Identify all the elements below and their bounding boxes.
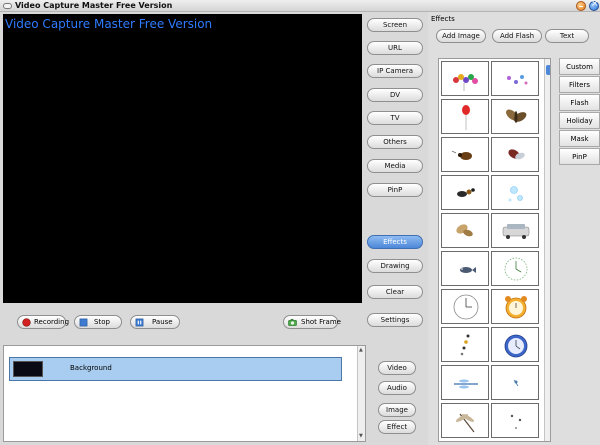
- effect-red-balloon-thumb[interactable]: [441, 99, 489, 134]
- drawing-button[interactable]: Drawing: [367, 259, 423, 273]
- add-flash-effect-button[interactable]: Add Flash: [492, 29, 542, 43]
- scroll-down-icon[interactable]: ▼: [359, 433, 364, 439]
- tab-filters[interactable]: Filters: [559, 76, 600, 93]
- source-url-button[interactable]: URL: [367, 41, 423, 55]
- source-pinp-button[interactable]: PinP: [367, 183, 423, 197]
- effect-small-insect-thumb[interactable]: [491, 365, 539, 400]
- source-tv-button[interactable]: TV: [367, 111, 423, 125]
- effects-button[interactable]: Effects: [367, 235, 423, 249]
- add-image-button[interactable]: Image: [378, 403, 416, 417]
- source-others-button[interactable]: Others: [367, 135, 423, 149]
- source-screen-button[interactable]: Screen: [367, 18, 423, 32]
- shot-frame-button[interactable]: Shot Frame: [283, 315, 341, 329]
- settings-button[interactable]: Settings: [367, 313, 423, 327]
- dragonfly-blue-icon: [454, 379, 478, 389]
- effect-alarm-clock-thumb[interactable]: [491, 289, 539, 324]
- effect-ant-thumb[interactable]: [441, 175, 489, 210]
- add-text-effect-button[interactable]: Text: [545, 29, 589, 43]
- blue-clock-icon: [504, 334, 528, 358]
- window-title: Video Capture Master Free Version: [15, 1, 173, 10]
- clear-button[interactable]: Clear: [367, 285, 423, 299]
- add-audio-button[interactable]: Audio: [378, 381, 416, 395]
- track-list[interactable]: Background ▲ ▼: [3, 345, 366, 442]
- insect-icon: [513, 379, 519, 387]
- stop-label: Stop: [94, 318, 110, 326]
- beetle-icon: [451, 150, 472, 160]
- effect-bubbles-thumb[interactable]: [491, 175, 539, 210]
- add-image-effect-button[interactable]: Add Image: [436, 29, 486, 43]
- app-icon: [3, 3, 12, 9]
- stop-button[interactable]: Stop: [74, 315, 122, 329]
- effect-car-thumb[interactable]: [491, 213, 539, 248]
- butterfly-icon: [456, 224, 473, 237]
- effects-grid-scrollbar[interactable]: [544, 59, 550, 441]
- pause-label: Pause: [152, 318, 173, 326]
- effect-butterfly-thumb[interactable]: [441, 213, 489, 248]
- ant-icon: [457, 188, 475, 197]
- recording-button[interactable]: Recording: [17, 315, 70, 329]
- bug-icon: [508, 149, 525, 160]
- clock-icon: [504, 257, 528, 281]
- tab-pinp[interactable]: PinP: [559, 148, 600, 165]
- insects-icon: [510, 414, 522, 429]
- tab-holiday[interactable]: Holiday: [559, 112, 600, 129]
- video-preview: Video Capture Master Free Version: [3, 14, 362, 303]
- effect-dragonfly-thumb[interactable]: [441, 403, 489, 438]
- track-row[interactable]: Background: [9, 357, 342, 381]
- dragonfly-icon: [455, 413, 475, 433]
- effect-fish-thumb[interactable]: [441, 251, 489, 286]
- source-dv-button[interactable]: DV: [367, 88, 423, 102]
- track-label: Background: [70, 364, 112, 372]
- preview-overlay-title: Video Capture Master Free Version: [5, 17, 213, 31]
- car-icon: [502, 224, 530, 239]
- tab-flash[interactable]: Flash: [559, 94, 600, 111]
- shot-frame-label: Shot Frame: [301, 318, 341, 326]
- fish-icon: [460, 267, 476, 273]
- source-media-button[interactable]: Media: [367, 159, 423, 173]
- pause-icon: [135, 318, 144, 327]
- alarm-clock-icon: [505, 296, 527, 319]
- record-icon: [22, 318, 31, 327]
- effect-beetle-thumb[interactable]: [441, 137, 489, 172]
- effect-blue-dragonfly-thumb[interactable]: [441, 365, 489, 400]
- effect-blue-clock-thumb[interactable]: [491, 327, 539, 362]
- add-video-button[interactable]: Video: [378, 361, 416, 375]
- title-bar: Video Capture Master Free Version: [0, 0, 600, 12]
- scroll-thumb[interactable]: [546, 65, 550, 75]
- petals-icon: [460, 334, 470, 356]
- balloons-icon: [453, 74, 478, 91]
- bubbles-icon: [508, 186, 523, 202]
- effect-balloons-thumb[interactable]: [441, 61, 489, 96]
- effect-petals-thumb[interactable]: [441, 327, 489, 362]
- effect-insects-thumb[interactable]: [491, 403, 539, 438]
- red-balloon-icon: [462, 105, 470, 130]
- scroll-up-icon[interactable]: ▲: [359, 347, 364, 353]
- minimize-icon[interactable]: [576, 1, 586, 11]
- effects-grid: [438, 58, 551, 442]
- effect-wall-clock-thumb[interactable]: [441, 289, 489, 324]
- add-effect-button[interactable]: Effect: [378, 420, 416, 434]
- wall-clock-icon: [453, 294, 479, 320]
- effect-moth-thumb[interactable]: [491, 99, 539, 134]
- camera-icon: [288, 319, 297, 326]
- butterflies-icon: [507, 75, 528, 85]
- source-ip-camera-button[interactable]: IP Camera: [367, 64, 423, 78]
- effect-green-clock-thumb[interactable]: [491, 251, 539, 286]
- moth-icon: [506, 109, 527, 123]
- effects-panel: Effects Add Image Add Flash Text Custom …: [428, 12, 600, 445]
- effect-butterflies-thumb[interactable]: [491, 61, 539, 96]
- effect-bug-thumb[interactable]: [491, 137, 539, 172]
- recording-label: Recording: [34, 318, 70, 326]
- track-list-scrollbar[interactable]: ▲ ▼: [357, 346, 365, 441]
- tab-mask[interactable]: Mask: [559, 130, 600, 147]
- track-thumbnail: [13, 361, 43, 377]
- pause-button[interactable]: Pause: [130, 315, 180, 329]
- tab-custom[interactable]: Custom: [559, 58, 600, 75]
- stop-icon: [79, 318, 88, 327]
- close-icon[interactable]: [589, 0, 599, 11]
- effects-header: Effects: [431, 15, 455, 23]
